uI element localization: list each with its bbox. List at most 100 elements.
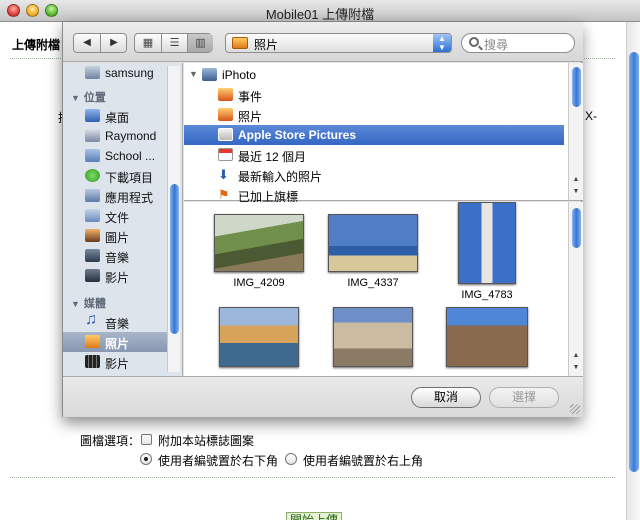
sidebar-item-desktop[interactable]: 桌面 — [63, 106, 171, 126]
cancel-button[interactable]: 取消 — [411, 387, 481, 408]
source-list: ▼ iPhoto 事件 照片 Apple Store Pictures 最近 1… — [184, 63, 583, 210]
list-icon: ☰ — [169, 37, 180, 49]
movies-icon — [85, 269, 100, 282]
photo-thumbnail[interactable] — [328, 214, 418, 272]
window-titlebar: Mobile01 上傳附檔 — [0, 0, 640, 22]
sidebar-scrollbar[interactable] — [167, 66, 180, 372]
dialog-sidebar: samsung ▼ 位置 桌面 Raymond School ... 下載項目 應… — [63, 63, 183, 376]
home-icon — [85, 129, 100, 142]
documents-icon — [85, 209, 100, 222]
source-item-iphoto[interactable]: ▼ iPhoto — [184, 65, 564, 85]
sidebar-item-documents[interactable]: 文件 — [63, 206, 171, 226]
search-icon — [469, 37, 479, 47]
image-options-label: 圖檔選項： — [80, 434, 141, 448]
dialog-toolbar: ◀ ▶ ▦ ☰ ▥ 照片 ▲ ▼ 搜尋 — [63, 22, 583, 62]
disclosure-triangle-icon: ▼ — [71, 299, 80, 309]
divider — [10, 477, 615, 478]
photo-thumbnail[interactable] — [214, 214, 304, 272]
forward-arrow-icon: ▶ — [110, 37, 118, 48]
calendar-icon — [218, 148, 233, 161]
photo-thumbnail[interactable] — [446, 307, 528, 367]
icon-view-button[interactable]: ▦ — [135, 34, 161, 52]
photo-scroll-thumb[interactable] — [572, 208, 581, 248]
grid-icon: ▦ — [142, 37, 154, 49]
iphoto-icon — [202, 68, 217, 81]
sidebar-item-applications[interactable]: 應用程式 — [63, 186, 171, 206]
sidebar-item-media-movies[interactable]: 影片 — [63, 352, 171, 372]
source-scroll-thumb[interactable] — [572, 67, 581, 107]
sidebar-item-media-photos[interactable]: 照片 — [63, 332, 171, 352]
sidebar-item-media-music[interactable]: ♫ 音樂 — [63, 312, 171, 332]
applications-icon — [85, 189, 100, 202]
browser-scroll-thumb[interactable] — [629, 52, 639, 472]
sidebar-header-places[interactable]: ▼ 位置 — [71, 89, 106, 105]
photo-thumbnail[interactable] — [333, 307, 413, 367]
back-arrow-icon: ◀ — [83, 37, 91, 48]
search-placeholder: 搜尋 — [484, 38, 509, 52]
open-file-dialog: ◀ ▶ ▦ ☰ ▥ 照片 ▲ ▼ 搜尋 samsung ▼ 位置 桌面 Raym… — [62, 22, 583, 417]
sidebar-item-downloads[interactable]: 下載項目 — [63, 166, 171, 186]
film-icon — [85, 355, 100, 368]
source-item-last-12-months[interactable]: 最近 12 個月 — [184, 145, 564, 165]
desktop-icon — [85, 109, 100, 122]
disclosure-triangle-icon: ▼ — [71, 93, 80, 103]
sidebar-item-music[interactable]: 音樂 — [63, 246, 171, 266]
choose-button[interactable]: 選擇 — [489, 387, 559, 408]
watermark-checkbox[interactable] — [141, 434, 152, 445]
scroll-down-arrow-icon[interactable]: ▼ — [569, 361, 583, 374]
position-top-right-label: 使用者編號置於右上角 — [303, 454, 424, 468]
column-view-button[interactable]: ▥ — [187, 34, 213, 52]
photo-thumbnail[interactable] — [458, 202, 516, 284]
events-icon — [218, 88, 233, 101]
sidebar-item-school[interactable]: School ... — [63, 146, 171, 166]
forward-button[interactable]: ▶ — [101, 34, 127, 52]
music-icon — [85, 249, 100, 262]
source-item-photos[interactable]: 照片 — [184, 105, 564, 125]
columns-icon: ▥ — [195, 37, 206, 49]
sidebar-header-media[interactable]: ▼ 媒體 — [71, 295, 106, 311]
photo-caption: IMG_4337 — [347, 277, 399, 289]
photos-icon — [218, 108, 233, 121]
sidebar-item-samsung[interactable]: samsung — [63, 63, 171, 83]
sidebar-item-pictures[interactable]: 圖片 — [63, 226, 171, 246]
list-view-button[interactable]: ☰ — [161, 34, 187, 52]
window-title: Mobile01 上傳附檔 — [265, 7, 375, 22]
page-heading: 上傳附檔 — [12, 38, 61, 52]
sidebar-item-home[interactable]: Raymond — [63, 126, 171, 146]
source-item-events[interactable]: 事件 — [184, 85, 564, 105]
sidebar-scroll-thumb[interactable] — [170, 184, 179, 334]
photo-caption: IMG_4209 — [233, 277, 285, 289]
scroll-down-arrow-icon[interactable]: ▼ — [569, 185, 583, 198]
flag-icon: ⚑ — [218, 187, 230, 202]
location-popup[interactable]: 照片 ▲ ▼ — [225, 33, 452, 53]
photo-thumbnail[interactable] — [219, 307, 299, 367]
position-bottom-right-radio[interactable] — [140, 453, 152, 465]
sidebar-item-movies[interactable]: 影片 — [63, 266, 171, 286]
position-top-right-radio[interactable] — [285, 453, 297, 465]
source-item-last-import[interactable]: ⬇ 最新輸入的照片 — [184, 165, 564, 185]
dialog-button-bar: 取消 選擇 — [63, 376, 583, 417]
browser-scrollbar[interactable] — [626, 22, 640, 520]
popup-arrows-icon: ▲ ▼ — [433, 34, 451, 52]
photos-folder-icon — [232, 37, 248, 49]
page-text-fragment: X- — [585, 109, 597, 123]
disclosure-triangle-icon: ▼ — [189, 69, 198, 79]
photo-scrollbar[interactable]: ▲ ▼ — [568, 202, 583, 376]
resize-grip-icon[interactable] — [570, 404, 580, 414]
folder-icon — [85, 149, 100, 162]
start-upload-button[interactable]: 開始上傳 — [286, 512, 342, 520]
view-mode-buttons: ▦ ☰ ▥ — [134, 33, 213, 53]
pictures-icon — [85, 229, 100, 242]
photo-caption: IMG_4783 — [461, 289, 513, 301]
navigation-buttons: ◀ ▶ — [73, 33, 127, 53]
photos-icon — [85, 335, 100, 348]
search-input[interactable]: 搜尋 — [461, 33, 575, 53]
computer-icon — [85, 66, 100, 79]
back-button[interactable]: ◀ — [74, 34, 100, 52]
downloads-icon — [85, 169, 100, 182]
source-item-apple-store-pictures[interactable]: Apple Store Pictures — [184, 125, 564, 145]
watermark-option-label: 附加本站標誌圖案 — [158, 434, 255, 448]
music-note-icon: ♫ — [85, 311, 97, 328]
source-scrollbar[interactable]: ▲ ▼ — [568, 63, 583, 200]
album-icon — [218, 128, 233, 141]
